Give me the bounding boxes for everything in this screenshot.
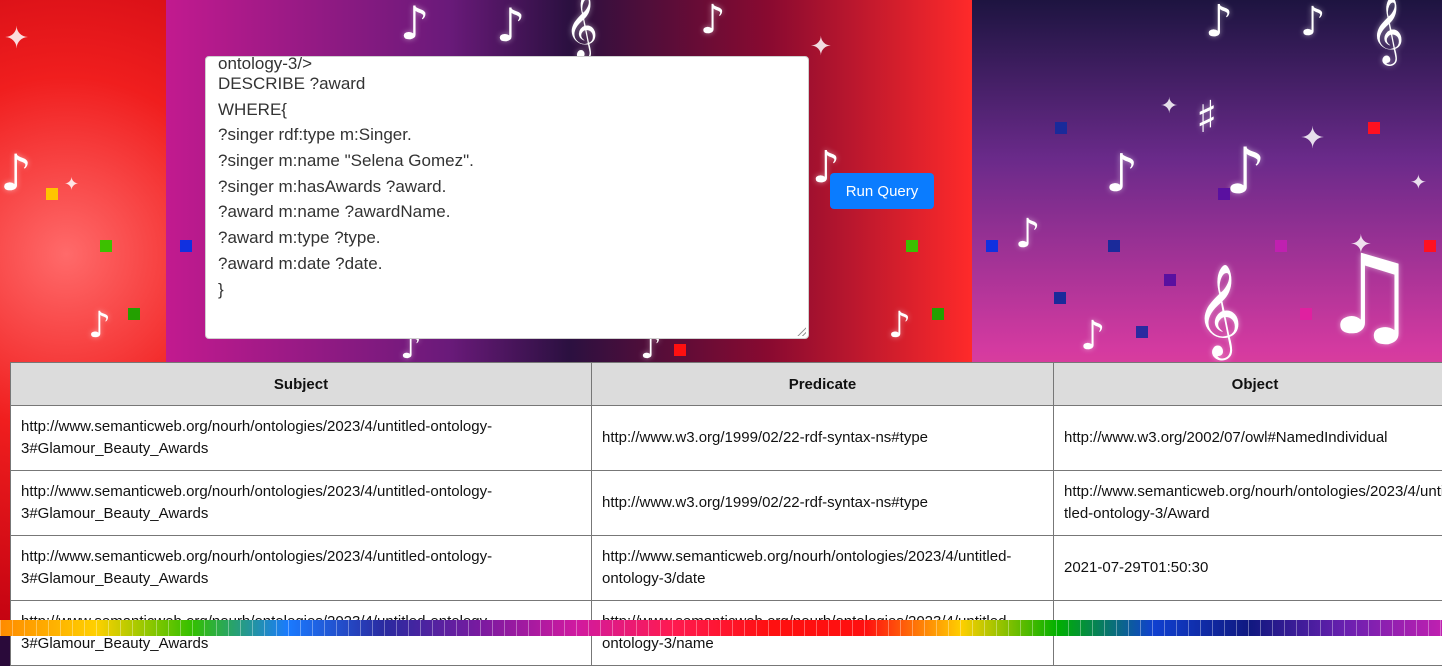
query-textarea[interactable]: ontology-3/> DESCRIBE ?award WHERE{ ?sin… — [205, 56, 809, 339]
query-line: ?award m:date ?date. — [218, 251, 796, 277]
query-line: ?award m:name ?awardName. — [218, 199, 796, 225]
sparkle-icon: ✦ — [1410, 172, 1427, 192]
music-note-icon: ♪ — [1105, 148, 1138, 200]
column-header-subject: Subject — [11, 363, 592, 406]
music-note-icon: ♪ — [1225, 140, 1266, 204]
column-header-object: Object — [1054, 363, 1442, 406]
table-row: http://www.semanticweb.org/nourh/ontolog… — [11, 471, 1442, 536]
sparkle-icon: ✦ — [4, 24, 29, 54]
query-line: } — [218, 277, 796, 303]
sparkle-icon: ✦ — [1350, 232, 1372, 258]
music-note-icon: ♪ — [888, 308, 911, 344]
query-line: ?award m:type ?type. — [218, 225, 796, 251]
confetti-square — [906, 240, 918, 252]
confetti-square — [1424, 240, 1436, 252]
column-header-predicate: Predicate — [592, 363, 1054, 406]
predicate-cell: http://www.w3.org/1999/02/22-rdf-syntax-… — [592, 471, 1054, 536]
predicate-cell: http://www.w3.org/1999/02/22-rdf-syntax-… — [592, 406, 1054, 471]
object-cell: http://www.w3.org/2002/07/owl#NamedIndiv… — [1054, 406, 1442, 471]
subject-cell: http://www.semanticweb.org/nourh/ontolog… — [11, 406, 592, 471]
object-cell: 2021-07-29T01:50:30 — [1054, 536, 1442, 601]
confetti-square — [1055, 122, 1067, 134]
sharp-icon: ♯ — [1196, 96, 1217, 140]
predicate-cell: http://www.semanticweb.org/nourh/ontolog… — [592, 536, 1054, 601]
music-note-icon: ♪ — [400, 0, 429, 46]
music-note-icon: ♪ — [1300, 2, 1326, 42]
confetti-square — [128, 308, 140, 320]
confetti-square — [100, 240, 112, 252]
confetti-square — [1275, 240, 1287, 252]
music-note-icon: ♪ — [496, 2, 525, 48]
treble-clef-icon: 𝄞 — [1195, 270, 1242, 350]
object-cell: http://www.semanticweb.org/nourh/ontolog… — [1054, 471, 1442, 536]
music-note-icon: ♪ — [1205, 0, 1233, 44]
treble-clef-icon: 𝄞 — [1370, 0, 1404, 58]
confetti-square — [46, 188, 58, 200]
sparkle-icon: ✦ — [810, 34, 832, 60]
confetti-square — [1368, 122, 1380, 134]
confetti-square — [986, 240, 998, 252]
table-header-row: Subject Predicate Object — [11, 363, 1442, 406]
confetti-square — [1218, 188, 1230, 200]
sparkle-icon: ✦ — [1300, 124, 1325, 154]
music-note-icon: ♪ — [700, 0, 726, 40]
subject-cell: http://www.semanticweb.org/nourh/ontolog… — [11, 471, 592, 536]
subject-cell: http://www.semanticweb.org/nourh/ontolog… — [11, 536, 592, 601]
confetti-square — [1108, 240, 1120, 252]
music-note-icon: ♪ — [1080, 316, 1106, 356]
confetti-square — [1054, 292, 1066, 304]
sparkle-icon: ✦ — [64, 176, 79, 194]
music-note-icon: ♪ — [1015, 214, 1041, 254]
table-row: http://www.semanticweb.org/nourh/ontolog… — [11, 536, 1442, 601]
query-line: ?singer m:name "Selena Gomez". — [218, 148, 796, 174]
confetti-square — [674, 344, 686, 356]
confetti-square — [932, 308, 944, 320]
confetti-square — [1300, 308, 1312, 320]
music-note-icon: ♪ — [88, 308, 111, 344]
resize-handle-icon[interactable] — [797, 327, 806, 336]
query-line: WHERE{ — [218, 97, 796, 123]
confetti-square — [1164, 274, 1176, 286]
music-note-icon: ♪ — [0, 148, 32, 198]
query-line: ?singer m:hasAwards ?award. — [218, 174, 796, 200]
treble-clef-icon: 𝄞 — [565, 0, 598, 54]
confetti-square — [180, 240, 192, 252]
confetti-square — [1136, 326, 1148, 338]
query-line: ?singer rdf:type m:Singer. — [218, 122, 796, 148]
query-line: DESCRIBE ?award — [218, 71, 796, 97]
sparkle-icon: ✦ — [1160, 96, 1178, 118]
run-query-button[interactable]: Run Query — [830, 173, 934, 209]
query-line: ontology-3/> — [218, 57, 796, 71]
table-row: http://www.semanticweb.org/nourh/ontolog… — [11, 406, 1442, 471]
rainbow-confetti-strip — [0, 620, 1442, 636]
